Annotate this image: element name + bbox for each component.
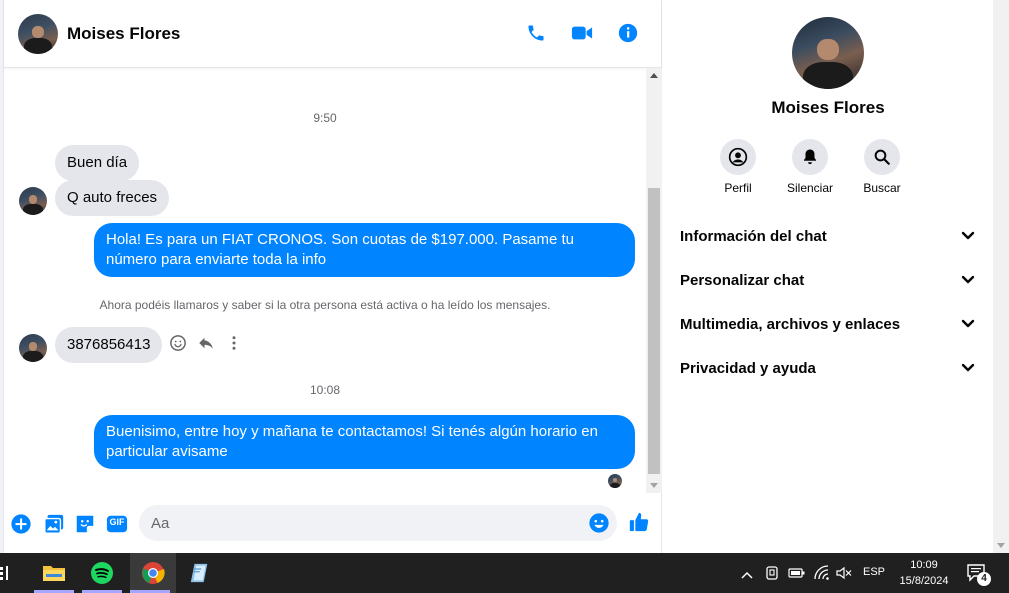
file-explorer-icon[interactable] bbox=[34, 553, 74, 593]
notes-icon[interactable] bbox=[180, 553, 220, 593]
notification-count-badge: 4 bbox=[977, 572, 991, 586]
chevron-down-icon bbox=[961, 361, 975, 375]
message-timestamp: 9:50 bbox=[313, 111, 337, 125]
plus-icon[interactable] bbox=[10, 513, 32, 535]
sticker-icon[interactable] bbox=[74, 513, 96, 535]
search-button[interactable]: Buscar bbox=[863, 139, 901, 195]
panel-actions: Perfil Silenciar Buscar bbox=[720, 139, 901, 195]
messages-scrollbar[interactable] bbox=[646, 68, 662, 493]
incoming-message[interactable]: Q auto freces bbox=[55, 180, 170, 216]
profile-button[interactable]: Perfil bbox=[720, 139, 756, 195]
chevron-down-icon bbox=[961, 273, 975, 287]
gif-icon[interactable]: GIF bbox=[106, 513, 128, 535]
scroll-down-arrow-icon[interactable] bbox=[650, 483, 658, 488]
image-icon[interactable] bbox=[43, 513, 65, 535]
more-options-icon[interactable] bbox=[225, 334, 243, 352]
volume-muted-icon[interactable] bbox=[836, 565, 852, 586]
gif-label: GIF bbox=[109, 517, 125, 527]
sender-avatar[interactable] bbox=[19, 334, 47, 362]
battery-icon[interactable] bbox=[788, 566, 806, 585]
windows-taskbar: ESP 10:09 15/8/2024 4 bbox=[0, 553, 1009, 593]
info-icon[interactable] bbox=[617, 22, 639, 44]
section-customize-chat[interactable]: Personalizar chat bbox=[663, 258, 993, 302]
wifi-icon[interactable] bbox=[814, 565, 830, 586]
chat-column: Moises Flores 9:50 Buen día Q auto frece… bbox=[4, 0, 662, 553]
reply-icon[interactable] bbox=[197, 334, 215, 352]
device-icon[interactable] bbox=[765, 565, 779, 586]
contact-name[interactable]: Moises Flores bbox=[67, 24, 180, 44]
sender-avatar[interactable] bbox=[19, 187, 47, 215]
emoji-icon[interactable] bbox=[588, 512, 610, 534]
chat-header: Moises Flores bbox=[4, 0, 661, 68]
chevron-down-icon bbox=[961, 229, 975, 243]
panel-contact-name: Moises Flores bbox=[771, 98, 885, 117]
react-emoji-icon[interactable] bbox=[169, 334, 187, 352]
section-label: Personalizar chat bbox=[680, 271, 805, 289]
phone-icon[interactable] bbox=[525, 22, 547, 44]
scroll-down-arrow-icon[interactable] bbox=[997, 543, 1005, 548]
section-label: Multimedia, archivos y enlaces bbox=[680, 315, 901, 333]
profile-label: Perfil bbox=[724, 181, 752, 195]
message-composer: GIF bbox=[4, 500, 662, 546]
section-media-files-links[interactable]: Multimedia, archivos y enlaces bbox=[663, 302, 993, 346]
chat-info-panel: Moises Flores Perfil Silenciar Buscar In… bbox=[663, 0, 993, 553]
spotify-icon[interactable] bbox=[82, 553, 122, 593]
message-actions bbox=[169, 334, 243, 352]
mute-label: Silenciar bbox=[786, 181, 834, 195]
panel-sections: Información del chat Personalizar chat M… bbox=[663, 214, 993, 390]
incoming-message[interactable]: 3876856413 bbox=[55, 327, 163, 363]
chrome-icon[interactable] bbox=[130, 553, 176, 593]
video-camera-icon[interactable] bbox=[571, 22, 593, 44]
thumbs-up-icon[interactable] bbox=[628, 511, 650, 533]
read-receipt-avatar bbox=[608, 474, 622, 488]
search-label: Buscar bbox=[863, 181, 901, 195]
privacy-notice: Ahora podéis llamaros y saber si la otra… bbox=[99, 298, 551, 312]
section-privacy-help[interactable]: Privacidad y ayuda bbox=[663, 346, 993, 390]
input-language[interactable]: ESP bbox=[863, 566, 885, 578]
message-timestamp: 10:08 bbox=[309, 383, 341, 397]
task-view-icon[interactable] bbox=[0, 565, 12, 586]
message-list: 9:50 Buen día Q auto freces Hola! Es par… bbox=[4, 68, 646, 493]
outgoing-message[interactable]: Buenisimo, entre hoy y mañana te contact… bbox=[94, 415, 635, 469]
search-icon bbox=[874, 149, 890, 165]
clock-time: 10:09 bbox=[910, 559, 938, 571]
chevron-up-icon[interactable] bbox=[741, 567, 753, 585]
section-chat-info[interactable]: Información del chat bbox=[663, 214, 993, 258]
page-scrollbar[interactable] bbox=[993, 0, 1009, 553]
incoming-message[interactable]: Buen día bbox=[55, 145, 140, 181]
section-label: Privacidad y ayuda bbox=[680, 359, 816, 377]
outgoing-message[interactable]: Hola! Es para un FIAT CRONOS. Son cuotas… bbox=[94, 223, 635, 277]
mute-button[interactable]: Silenciar bbox=[787, 139, 833, 195]
clock-date: 15/8/2024 bbox=[899, 575, 949, 587]
scroll-up-arrow-icon[interactable] bbox=[650, 73, 658, 78]
contact-avatar[interactable] bbox=[18, 13, 58, 54]
section-label: Información del chat bbox=[680, 227, 827, 245]
bell-icon bbox=[804, 149, 816, 165]
system-clock[interactable]: 10:09 15/8/2024 bbox=[893, 557, 955, 589]
scrollbar-thumb[interactable] bbox=[648, 188, 660, 474]
header-actions bbox=[525, 22, 639, 44]
panel-avatar[interactable] bbox=[792, 17, 864, 89]
chevron-down-icon bbox=[961, 317, 975, 331]
message-input[interactable] bbox=[139, 505, 617, 541]
profile-icon bbox=[728, 147, 748, 167]
